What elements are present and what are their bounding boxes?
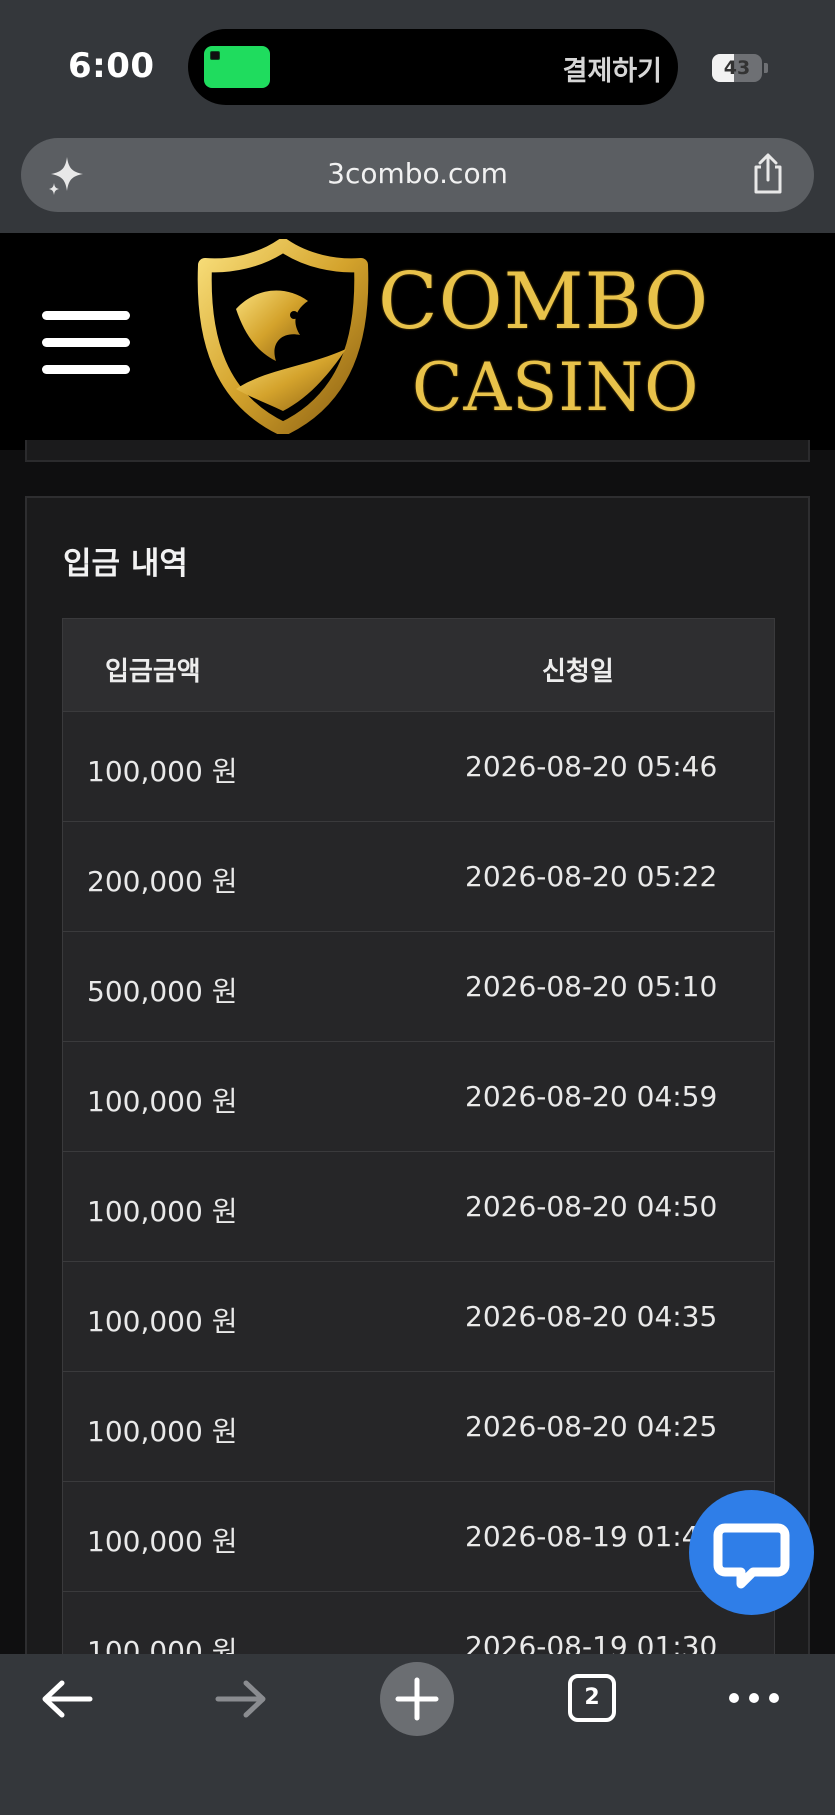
logo-text-combo: COMBO bbox=[378, 257, 710, 347]
table-row: 100,000 원 2026-08-20 05:46 bbox=[62, 712, 775, 822]
tabs-icon[interactable]: 2 bbox=[568, 1674, 616, 1722]
table-row: 100,000 원 2026-08-20 04:35 bbox=[62, 1262, 775, 1372]
combo-casino-logo[interactable]: COMBO CASINO bbox=[196, 239, 708, 439]
dynamic-island[interactable]: 결제하기 bbox=[188, 29, 678, 105]
share-icon[interactable] bbox=[748, 152, 788, 196]
request-date: 2026-08-20 05:46 bbox=[465, 750, 718, 783]
deposit-amount: 100,000 원 bbox=[87, 755, 238, 788]
deposit-amount: 100,000 원 bbox=[87, 1415, 238, 1448]
table-row: 100,000 원 2026-08-20 04:50 bbox=[62, 1152, 775, 1262]
table-row: 100,000 원 2026-08-20 04:59 bbox=[62, 1042, 775, 1152]
deposit-amount: 200,000 원 bbox=[87, 865, 238, 898]
table-row: 500,000 원 2026-08-20 05:10 bbox=[62, 932, 775, 1042]
page-content: 입금 내역 입금금액 신청일 100,000 원 2026-08-20 05:46… bbox=[0, 440, 835, 1796]
deposit-amount: 100,000 원 bbox=[87, 1305, 238, 1338]
payment-app-icon bbox=[204, 46, 270, 88]
forward-arrow-icon[interactable] bbox=[214, 1674, 270, 1724]
request-date: 2026-08-20 05:22 bbox=[465, 860, 718, 893]
table-row: 200,000 원 2026-08-20 05:22 bbox=[62, 822, 775, 932]
new-tab-button[interactable] bbox=[380, 1662, 454, 1736]
deposit-amount: 100,000 원 bbox=[87, 1085, 238, 1118]
browser-chrome: 6:00 결제하기 43 3combo.com bbox=[0, 0, 835, 233]
chat-button[interactable] bbox=[689, 1490, 814, 1615]
deposit-amount: 100,000 원 bbox=[87, 1195, 238, 1228]
table-row: 100,000 원 2026-08-20 04:25 bbox=[62, 1372, 775, 1482]
previous-panel-edge bbox=[25, 440, 810, 462]
browser-toolbar: 2 bbox=[0, 1654, 835, 1815]
request-date: 2026-08-20 04:35 bbox=[465, 1300, 718, 1333]
shield-logo-icon bbox=[197, 239, 369, 434]
table-row: 100,000 원 2026-08-19 01:40 bbox=[62, 1482, 775, 1592]
hamburger-menu-icon[interactable] bbox=[42, 311, 130, 375]
panel-title: 입금 내역 bbox=[63, 546, 188, 582]
table-body: 100,000 원 2026-08-20 05:46 200,000 원 2026-0… bbox=[62, 712, 775, 1702]
more-icon[interactable] bbox=[726, 1690, 782, 1706]
deposit-amount: 500,000 원 bbox=[87, 975, 238, 1008]
back-arrow-icon[interactable] bbox=[38, 1674, 94, 1724]
battery-nub bbox=[764, 63, 768, 73]
battery-level: 43 bbox=[723, 57, 751, 79]
column-header-amount: 입금금액 bbox=[105, 657, 201, 687]
column-header-date: 신청일 bbox=[542, 657, 614, 687]
site-header: COMBO CASINO bbox=[0, 233, 835, 450]
url-text: 3combo.com bbox=[327, 157, 508, 190]
plus-icon bbox=[395, 1677, 439, 1721]
request-date: 2026-08-19 01:40 bbox=[465, 1520, 718, 1553]
request-date: 2026-08-20 04:25 bbox=[465, 1410, 718, 1443]
address-bar[interactable]: 3combo.com bbox=[21, 138, 814, 212]
request-date: 2026-08-20 05:10 bbox=[465, 970, 718, 1003]
screen: 6:00 결제하기 43 3combo.com COMBO CASINO 입금 … bbox=[0, 0, 835, 1815]
table-header: 입금금액 신청일 bbox=[62, 618, 775, 712]
live-activity-label: 결제하기 bbox=[562, 56, 662, 87]
deposit-history-table: 입금금액 신청일 100,000 원 2026-08-20 05:46 200,00… bbox=[62, 618, 775, 1702]
battery-icon: 43 bbox=[712, 54, 762, 82]
logo-text-casino: CASINO bbox=[412, 349, 700, 426]
status-time: 6:00 bbox=[68, 46, 155, 86]
chat-icon bbox=[713, 1523, 790, 1589]
deposit-amount: 100,000 원 bbox=[87, 1525, 238, 1558]
request-date: 2026-08-20 04:59 bbox=[465, 1080, 718, 1113]
request-date: 2026-08-20 04:50 bbox=[465, 1190, 718, 1223]
